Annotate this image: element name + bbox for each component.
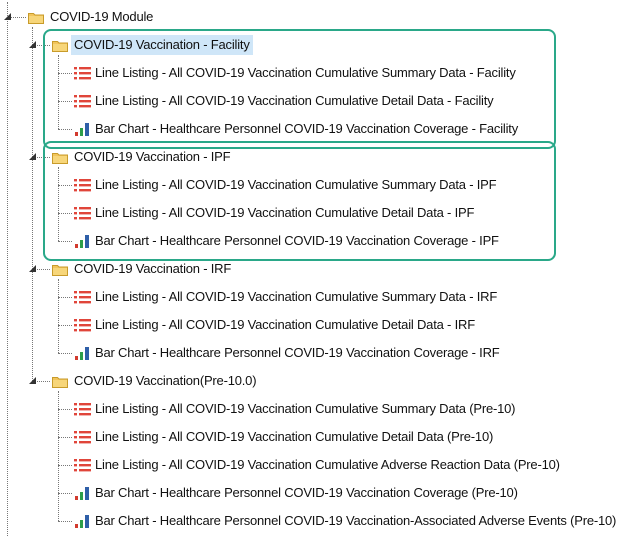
line-listing-report-row[interactable]: Line Listing - All COVID-19 Vaccination … bbox=[74, 399, 516, 419]
list-icon bbox=[74, 290, 91, 304]
bar-chart-report-label: Bar Chart - Healthcare Personnel COVID-1… bbox=[95, 513, 617, 528]
list-icon bbox=[74, 402, 91, 416]
line-listing-report-label: Line Listing - All COVID-19 Vaccination … bbox=[95, 457, 560, 472]
bar-chart-report-row[interactable]: Bar Chart - Healthcare Personnel COVID-1… bbox=[74, 483, 518, 503]
folder-icon bbox=[52, 375, 68, 388]
bar-chart-icon bbox=[74, 514, 91, 528]
folder-row-3[interactable]: COVID-19 Vaccination - IRF bbox=[52, 259, 234, 279]
line-listing-report-row[interactable]: Line Listing - All COVID-19 Vaccination … bbox=[74, 287, 497, 307]
tree-guide-line bbox=[7, 2, 8, 536]
line-listing-report-row[interactable]: Line Listing - All COVID-19 Vaccination … bbox=[74, 427, 493, 447]
tree-connector bbox=[58, 493, 72, 494]
folder-row-3-label: COVID-19 Vaccination - IRF bbox=[74, 261, 232, 276]
line-listing-report-label: Line Listing - All COVID-19 Vaccination … bbox=[95, 317, 475, 332]
expanded-arrow-icon[interactable] bbox=[29, 37, 37, 48]
list-icon bbox=[74, 318, 91, 332]
bar-chart-report-label: Bar Chart - Healthcare Personnel COVID-1… bbox=[95, 345, 500, 360]
list-icon bbox=[74, 430, 91, 444]
tree-root-label: COVID-19 Module bbox=[50, 9, 154, 24]
tree-connector bbox=[58, 521, 72, 522]
tree-connector bbox=[58, 437, 72, 438]
list-icon bbox=[74, 458, 91, 472]
folder-row-4-label: COVID-19 Vaccination(Pre-10.0) bbox=[74, 373, 257, 388]
bar-chart-icon bbox=[74, 346, 91, 360]
tree-guide-line bbox=[58, 391, 59, 521]
tree-connector bbox=[58, 325, 72, 326]
tree-connector bbox=[58, 409, 72, 410]
bar-chart-icon bbox=[74, 486, 91, 500]
highlight-box-1 bbox=[43, 29, 556, 149]
bar-chart-report-label: Bar Chart - Healthcare Personnel COVID-1… bbox=[95, 485, 518, 500]
folder-icon bbox=[28, 11, 44, 24]
bar-chart-report-row[interactable]: Bar Chart - Healthcare Personnel COVID-1… bbox=[74, 343, 500, 363]
tree-guide-line bbox=[58, 279, 59, 353]
line-listing-report-label: Line Listing - All COVID-19 Vaccination … bbox=[95, 401, 516, 416]
tree-root-row[interactable]: COVID-19 Module bbox=[28, 7, 156, 27]
bar-chart-report-row[interactable]: Bar Chart - Healthcare Personnel COVID-1… bbox=[74, 511, 616, 531]
expanded-arrow-icon[interactable] bbox=[4, 9, 12, 20]
tree-connector bbox=[58, 353, 72, 354]
highlight-box-2 bbox=[43, 141, 556, 261]
line-listing-report-row[interactable]: Line Listing - All COVID-19 Vaccination … bbox=[74, 315, 475, 335]
expanded-arrow-icon[interactable] bbox=[29, 149, 37, 160]
tree-connector bbox=[58, 465, 72, 466]
folder-row-4[interactable]: COVID-19 Vaccination(Pre-10.0) bbox=[52, 371, 259, 391]
line-listing-report-row[interactable]: Line Listing - All COVID-19 Vaccination … bbox=[74, 455, 560, 475]
tree-connector bbox=[58, 297, 72, 298]
expanded-arrow-icon[interactable] bbox=[29, 373, 37, 384]
expanded-arrow-icon[interactable] bbox=[29, 261, 37, 272]
line-listing-report-label: Line Listing - All COVID-19 Vaccination … bbox=[95, 429, 494, 444]
folder-icon bbox=[52, 263, 68, 276]
tree-guide-line bbox=[32, 27, 33, 381]
line-listing-report-label: Line Listing - All COVID-19 Vaccination … bbox=[95, 289, 498, 304]
